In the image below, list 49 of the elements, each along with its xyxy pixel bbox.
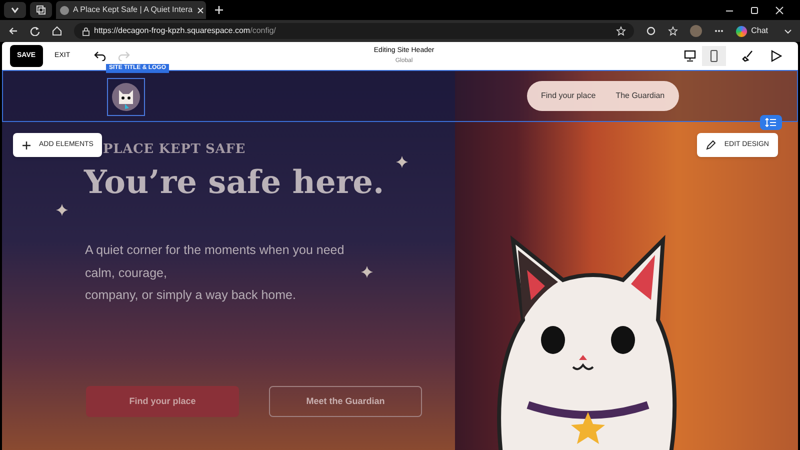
- chevron-icon[interactable]: [784, 27, 792, 35]
- plus-icon[interactable]: [214, 5, 224, 15]
- cat-logo-icon: [111, 82, 141, 112]
- close-icon[interactable]: [775, 6, 784, 14]
- sparkle-icon: [56, 204, 68, 216]
- address-bar[interactable]: https://decagon-frog-kpzh.squarespace.com/config/: [74, 23, 634, 39]
- maximize-icon[interactable]: [750, 6, 759, 14]
- close-icon[interactable]: [196, 6, 204, 14]
- more-icon[interactable]: [714, 29, 724, 33]
- sparkle-icon: [361, 266, 373, 278]
- hero-heading: You’re safe here.: [84, 166, 384, 198]
- logo-frame[interactable]: [107, 78, 145, 116]
- back-icon[interactable]: [8, 26, 18, 36]
- sparkle-icon: [396, 156, 408, 168]
- hero-text: company, or simply a way back home.: [85, 287, 297, 304]
- browser-tab[interactable]: A Place Kept Safe | A Quiet Intera: [56, 1, 206, 19]
- hero-text: A quiet corner for the moments when you need: [85, 242, 344, 259]
- mobile-icon: [708, 50, 720, 62]
- reload-icon[interactable]: [30, 26, 40, 36]
- hero-text: calm, courage,: [85, 264, 168, 282]
- copilot-icon: [736, 26, 748, 36]
- lock-icon: [82, 26, 90, 36]
- nav-link[interactable]: The Guardian: [616, 90, 665, 102]
- tab-title: A Place Kept Safe | A Quiet Intera: [73, 4, 192, 16]
- profile-avatar[interactable]: [690, 25, 702, 37]
- section-height-button[interactable]: [760, 115, 782, 130]
- chevron-icon: [10, 5, 20, 15]
- url-text: https://decagon-frog-kpzh.squarespace.com/config/: [94, 25, 276, 37]
- eyebrow-text: PLACE KEPT SAFE: [103, 141, 246, 159]
- favorites-icon[interactable]: [668, 26, 678, 36]
- squares-icon: [36, 5, 46, 15]
- play-icon[interactable]: [770, 50, 782, 62]
- favicon-icon: [60, 6, 69, 14]
- header-section[interactable]: Find your place The Guardian: [2, 70, 798, 122]
- chat-button[interactable]: Chat: [736, 25, 772, 37]
- view-toggle[interactable]: [702, 46, 726, 66]
- hero-button[interactable]: Find your place: [86, 386, 239, 417]
- nav-link[interactable]: Find your place: [541, 90, 596, 102]
- tab-list-button[interactable]: [4, 2, 26, 18]
- workspaces-button[interactable]: [30, 2, 52, 18]
- star-icon[interactable]: [616, 26, 626, 36]
- plus-icon: [22, 140, 31, 150]
- desktop-icon: [684, 50, 696, 62]
- pencil-icon: [706, 140, 716, 150]
- home-icon[interactable]: [52, 26, 62, 36]
- undo-icon[interactable]: [94, 51, 106, 61]
- hero-button[interactable]: Meet the Guardian: [269, 386, 422, 417]
- list-icon: [765, 118, 777, 127]
- brush-icon[interactable]: [742, 50, 754, 62]
